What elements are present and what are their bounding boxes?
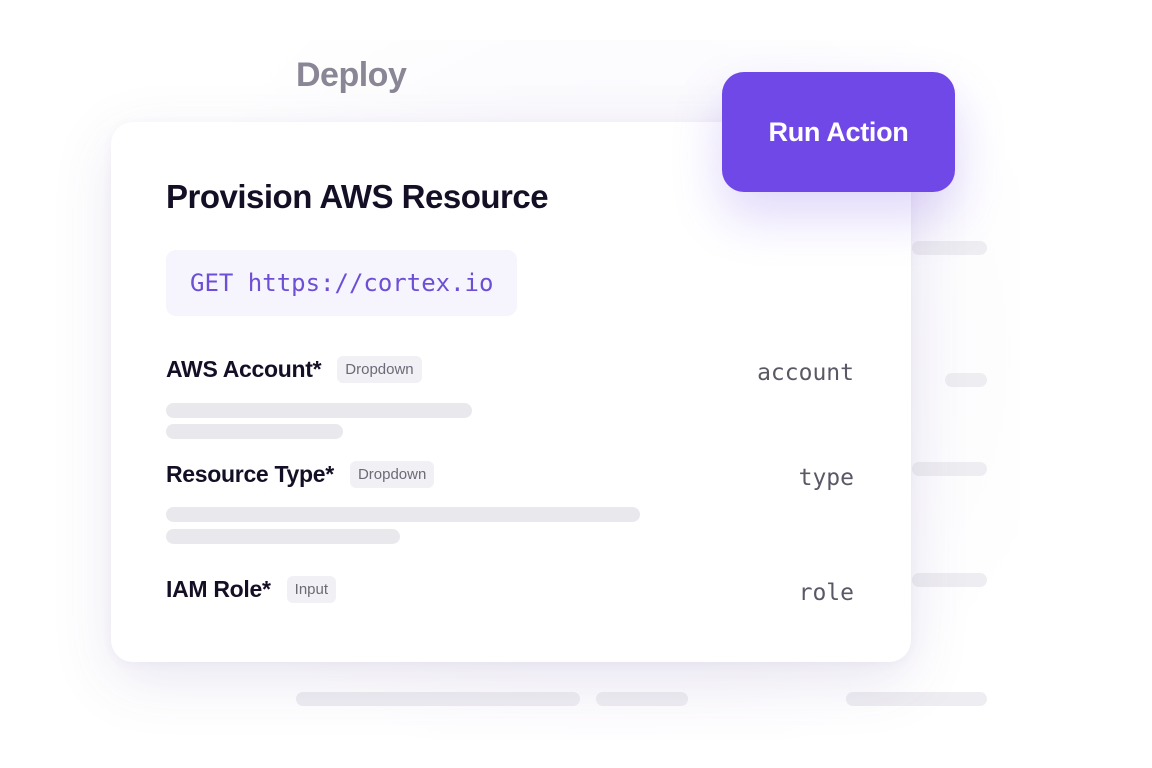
placeholder-line <box>166 529 400 544</box>
canvas: Deploy Provision AWS Resource GET https:… <box>0 0 1152 768</box>
placeholder-line <box>166 507 640 522</box>
field-label: AWS Account* <box>166 356 322 382</box>
action-card: Provision AWS Resource GET https://corte… <box>111 122 911 662</box>
field-type-badge: Input <box>286 576 337 603</box>
endpoint-code: GET https://cortex.io <box>166 250 518 316</box>
placeholder-line <box>166 403 472 418</box>
field-key: role <box>798 580 854 606</box>
field-row-iam-role[interactable]: IAM Role* Input <box>166 576 337 603</box>
background-placeholder-bar <box>912 241 987 255</box>
background-placeholder-bar <box>945 373 987 387</box>
field-label: IAM Role* <box>166 576 271 602</box>
background-placeholder-bar <box>912 573 987 587</box>
field-type-badge: Dropdown <box>337 356 422 383</box>
run-action-button[interactable]: Run Action <box>722 72 955 192</box>
field-key: type <box>798 465 854 491</box>
background-placeholder-bar <box>296 692 580 706</box>
card-title: Provision AWS Resource <box>166 178 549 215</box>
field-type-badge: Dropdown <box>349 461 435 488</box>
field-label: Resource Type* <box>166 461 334 487</box>
field-key: account <box>757 360 854 386</box>
field-row-aws-account[interactable]: AWS Account* Dropdown <box>166 356 422 383</box>
background-placeholder-bar <box>912 462 987 476</box>
background-title: Deploy <box>296 56 407 94</box>
background-placeholder-bar <box>846 692 987 706</box>
placeholder-line <box>166 424 343 439</box>
field-row-resource-type[interactable]: Resource Type* Dropdown <box>166 461 435 488</box>
background-placeholder-bar <box>596 692 688 706</box>
